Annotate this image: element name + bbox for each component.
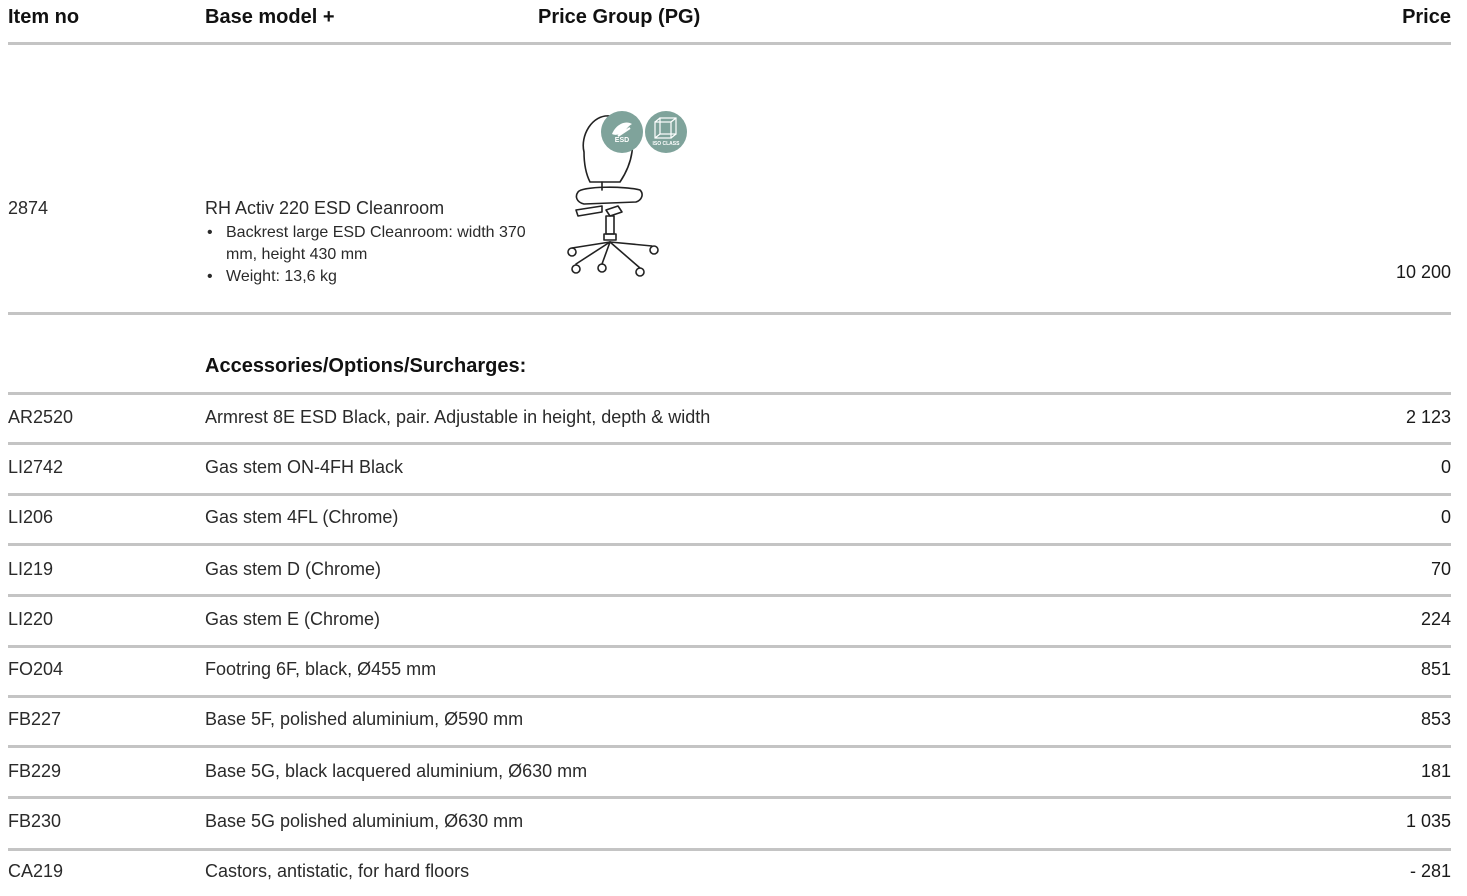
accessory-description: Armrest 8E ESD Black, pair. Adjustable i… bbox=[205, 407, 711, 427]
iso-badge-label: ISO CLASS bbox=[652, 141, 680, 147]
row-divider bbox=[8, 745, 1451, 748]
accessory-description: Base 5F, polished aluminium, Ø590 mm bbox=[205, 709, 524, 729]
esd-hand-icon bbox=[601, 111, 643, 153]
row-divider bbox=[8, 645, 1451, 648]
accessory-code: FB230 bbox=[8, 811, 62, 831]
esd-badge: ESD bbox=[600, 110, 644, 154]
row-divider bbox=[8, 493, 1451, 496]
esd-badge-label: ESD bbox=[614, 137, 630, 144]
accessories-title: Accessories/Options/Surcharges: bbox=[205, 355, 527, 377]
accessory-description: Gas stem 4FL (Chrome) bbox=[205, 507, 399, 527]
row-divider bbox=[8, 594, 1451, 597]
product-spec-list: Backrest large ESD Cleanroom: width 370 … bbox=[205, 222, 535, 288]
accessory-code: FB227 bbox=[8, 709, 62, 729]
row-divider bbox=[8, 543, 1451, 546]
product-name: RH Activ 220 ESD Cleanroom bbox=[205, 198, 445, 218]
accessory-description: Base 5G, black lacquered aluminium, Ø630… bbox=[205, 761, 588, 781]
product-spec-item: Weight: 13,6 kg bbox=[205, 266, 535, 288]
accessory-code: FO204 bbox=[8, 659, 64, 679]
accessory-description: Castors, antistatic, for hard floors bbox=[205, 861, 470, 881]
column-header-price-group: Price Group (PG) bbox=[538, 6, 701, 28]
accessory-price: 0 bbox=[1440, 457, 1451, 477]
accessory-price: 224 bbox=[1420, 609, 1451, 629]
accessory-price: 70 bbox=[1430, 559, 1451, 579]
product-item-no: 2874 bbox=[8, 198, 49, 218]
cleanroom-cube-icon bbox=[645, 111, 687, 153]
accessory-code: FB229 bbox=[8, 761, 62, 781]
header-divider bbox=[8, 42, 1451, 45]
accessory-description: Gas stem E (Chrome) bbox=[205, 609, 381, 629]
product-divider bbox=[8, 312, 1451, 315]
accessory-price: 2 123 bbox=[1405, 407, 1451, 427]
accessory-code: AR2520 bbox=[8, 407, 74, 427]
accessory-code: LI220 bbox=[8, 609, 54, 629]
accessory-code: CA219 bbox=[8, 861, 64, 881]
accessory-code: LI206 bbox=[8, 507, 54, 527]
row-divider bbox=[8, 848, 1451, 851]
accessory-code: LI219 bbox=[8, 559, 54, 579]
product-spec-item: Backrest large ESD Cleanroom: width 370 … bbox=[205, 222, 535, 266]
accessory-price: 851 bbox=[1420, 659, 1451, 679]
column-header-price: Price bbox=[1402, 6, 1451, 28]
accessory-price: 1 035 bbox=[1405, 811, 1451, 831]
row-divider bbox=[8, 442, 1451, 445]
column-header-item-no: Item no bbox=[8, 6, 80, 28]
accessory-description: Gas stem D (Chrome) bbox=[205, 559, 382, 579]
row-divider bbox=[8, 796, 1451, 799]
product-price: 10 200 bbox=[1395, 262, 1451, 282]
column-header-base-model: Base model + bbox=[205, 6, 335, 28]
row-divider bbox=[8, 695, 1451, 698]
accessory-price: 181 bbox=[1420, 761, 1451, 781]
accessory-description: Base 5G polished aluminium, Ø630 mm bbox=[205, 811, 524, 831]
accessory-price: 0 bbox=[1440, 507, 1451, 527]
accessory-price: 853 bbox=[1420, 709, 1451, 729]
accessory-description: Gas stem ON-4FH Black bbox=[205, 457, 404, 477]
accessories-divider bbox=[8, 392, 1451, 395]
accessory-code: LI2742 bbox=[8, 457, 64, 477]
iso-class-badge: ISO CLASS bbox=[644, 110, 688, 154]
accessory-price: - 281 bbox=[1409, 861, 1451, 881]
accessory-description: Footring 6F, black, Ø455 mm bbox=[205, 659, 437, 679]
